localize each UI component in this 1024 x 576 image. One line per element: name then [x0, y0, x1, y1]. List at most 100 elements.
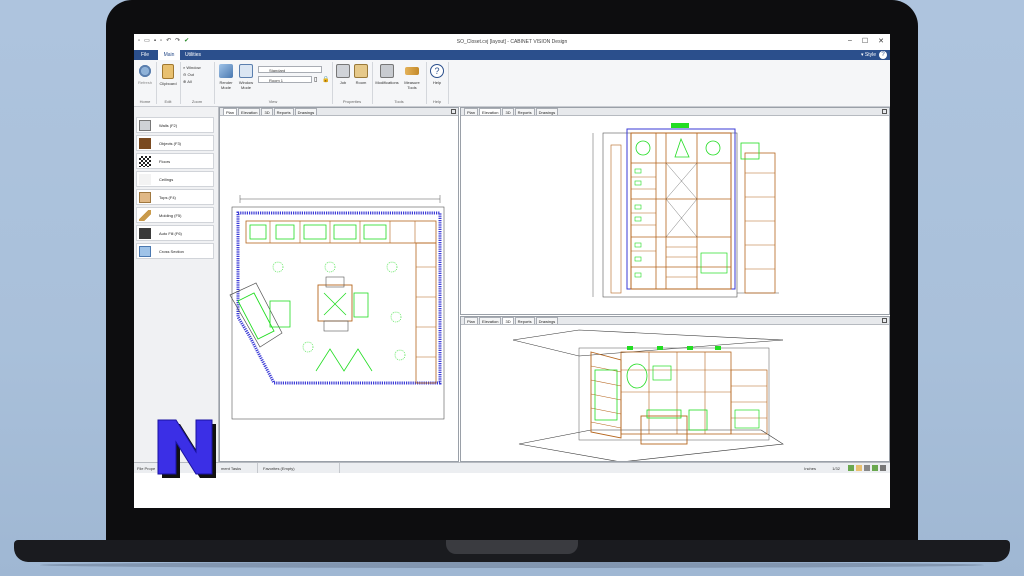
modifications-button[interactable]: Modifications: [374, 64, 400, 85]
room-icon: [354, 64, 368, 78]
tab-drawings[interactable]: Drawings: [535, 108, 559, 115]
ribbon-group-view: Render Mode Window Mode Standard Room 1 …: [214, 62, 333, 104]
lock-status-icon[interactable]: [880, 465, 886, 471]
modifications-icon: [380, 64, 394, 78]
viewport-tabs: Plan Elevation 3D Reports Drawings: [461, 317, 889, 325]
style-menu[interactable]: ▾ Style: [861, 50, 876, 60]
auto-fill-tool[interactable]: Auto Fill (F6): [136, 225, 214, 241]
elevation-viewport[interactable]: Plan Elevation 3D Reports Drawings: [460, 107, 890, 315]
left-tool-panel: Walls (F2) Objects (F3) Floors Ceilings …: [134, 107, 219, 462]
ribbon-group-properties: Job Room Properties: [332, 62, 373, 104]
app-window: ▫ ▭ ▪ ▫ ↶ ↷ ✔ SO_Closet.cvj [layout] - C…: [134, 34, 890, 508]
room-combo[interactable]: Room 1: [258, 76, 312, 83]
walls-tool[interactable]: Walls (F2): [136, 117, 214, 133]
tab-main[interactable]: Main: [158, 50, 180, 60]
close-button[interactable]: ✕: [878, 37, 884, 45]
ribbon-group-help: ? Help Help: [426, 62, 449, 104]
screen-bottom-area: [134, 473, 890, 508]
maximize-viewport-icon[interactable]: [882, 318, 887, 323]
snap-icon[interactable]: [848, 465, 854, 471]
layer-icon[interactable]: [872, 465, 878, 471]
molding-tool[interactable]: Molding (F5): [136, 207, 214, 223]
tab-3d[interactable]: 3D: [502, 317, 514, 324]
plan-drawing: [229, 195, 445, 420]
tab-plan[interactable]: Plan: [464, 108, 479, 115]
molding-icon: [139, 210, 151, 221]
room-button[interactable]: Room: [352, 64, 370, 85]
help-button[interactable]: ? Help: [428, 64, 446, 85]
elevation-drawing: [592, 123, 779, 298]
tops-tool[interactable]: Tops (F4): [136, 189, 214, 205]
plan-viewport[interactable]: Plan Elevation 3D Reports Drawings: [219, 107, 459, 462]
tab-plan[interactable]: Plan: [223, 108, 238, 115]
job-icon: [336, 64, 350, 78]
tab-3d[interactable]: 3D: [502, 108, 514, 115]
ribbon-group-home: Refresh Home: [134, 62, 157, 104]
tab-elevation[interactable]: Elevation: [479, 108, 502, 115]
zoom-all-button[interactable]: ⊕ All: [183, 78, 201, 85]
ortho-icon[interactable]: [864, 465, 870, 471]
render-mode-button[interactable]: Render Mode: [216, 64, 236, 90]
window-mode-button[interactable]: Window Mode: [236, 64, 256, 90]
tab-drawings[interactable]: Drawings: [535, 317, 559, 324]
cross-section-tool[interactable]: Cross Section: [136, 243, 214, 259]
zoom-window-button[interactable]: ⌕ Window: [183, 64, 201, 71]
tab-elevation[interactable]: Elevation: [238, 108, 261, 115]
objects-tool[interactable]: Objects (F3): [136, 135, 214, 151]
ribbon-group-edit: Clipboard Edit: [156, 62, 181, 104]
maximize-button[interactable]: ☐: [862, 37, 868, 45]
ribbon-group-zoom: ⌕ Window ⊖ Out ⊕ All Zoom: [180, 62, 215, 104]
tab-plan[interactable]: Plan: [464, 317, 479, 324]
clipboard-icon: [162, 64, 174, 79]
title-bar: ▫ ▭ ▪ ▫ ↶ ↷ ✔ SO_Closet.cvj [layout] - C…: [134, 34, 890, 50]
tops-icon: [139, 192, 151, 203]
floors-icon: [139, 156, 151, 167]
viewport-tabs: Plan Elevation 3D Reports Drawings: [220, 108, 458, 116]
minimize-button[interactable]: –: [848, 37, 852, 45]
tab-reports[interactable]: Reports: [273, 108, 294, 115]
cube-icon: [219, 64, 233, 78]
laptop-notch: [446, 540, 578, 554]
job-button[interactable]: Job: [334, 64, 352, 85]
maximize-viewport-icon[interactable]: [882, 109, 887, 114]
refresh-icon: [138, 64, 152, 78]
ribbon-group-tools: Modifications Measure Tools Tools: [372, 62, 427, 104]
zoom-out-button[interactable]: ⊖ Out: [183, 71, 201, 78]
tab-utilities[interactable]: Utilities: [182, 50, 204, 60]
tab-elevation[interactable]: Elevation: [479, 317, 502, 324]
3d-viewport[interactable]: Plan Elevation 3D Reports Drawings: [460, 316, 890, 462]
status-icons: [848, 465, 886, 471]
view-style-combo[interactable]: Standard: [258, 66, 322, 73]
floors-tool[interactable]: Floors: [136, 153, 214, 169]
laptop-shadow: [40, 562, 984, 568]
tab-reports[interactable]: Reports: [514, 108, 535, 115]
tab-reports[interactable]: Reports: [514, 317, 535, 324]
ribbon-tab-bar: File Main Utilities ▾ Style ?: [134, 50, 890, 60]
objects-icon: [139, 138, 151, 149]
maximize-viewport-icon[interactable]: [451, 109, 456, 114]
tab-drawings[interactable]: Drawings: [294, 108, 318, 115]
3d-drawing: [512, 329, 784, 461]
tab-3d[interactable]: 3D: [261, 108, 273, 115]
walls-icon: [139, 120, 151, 131]
lock-icon[interactable]: 🔒: [322, 76, 329, 83]
ceilings-icon: [139, 174, 151, 185]
question-icon: ?: [430, 64, 444, 78]
new-room-icon[interactable]: ▯: [314, 76, 317, 83]
refresh-button[interactable]: Refresh: [136, 64, 154, 85]
tab-file[interactable]: File: [134, 50, 156, 60]
ceilings-tool[interactable]: Ceilings: [136, 171, 214, 187]
auto-fill-icon: [139, 228, 151, 239]
window-mode-icon: [239, 64, 253, 78]
ruler-icon: [405, 67, 419, 75]
window-title: SO_Closet.cvj [layout] - CABINET VISION …: [456, 39, 568, 45]
cross-section-icon: [139, 246, 151, 257]
help-icon[interactable]: ?: [879, 51, 887, 59]
measure-tools-button[interactable]: Measure Tools: [400, 64, 424, 90]
n-logo-icon: [157, 419, 216, 478]
clipboard-button[interactable]: Clipboard: [158, 64, 178, 86]
viewport-tabs: Plan Elevation 3D Reports Drawings: [461, 108, 889, 116]
window-controls: – ☐ ✕: [848, 37, 884, 45]
ribbon: Refresh Home Clipboard Edit ⌕ Window ⊖ O…: [134, 60, 890, 107]
grid-icon[interactable]: [856, 465, 862, 471]
